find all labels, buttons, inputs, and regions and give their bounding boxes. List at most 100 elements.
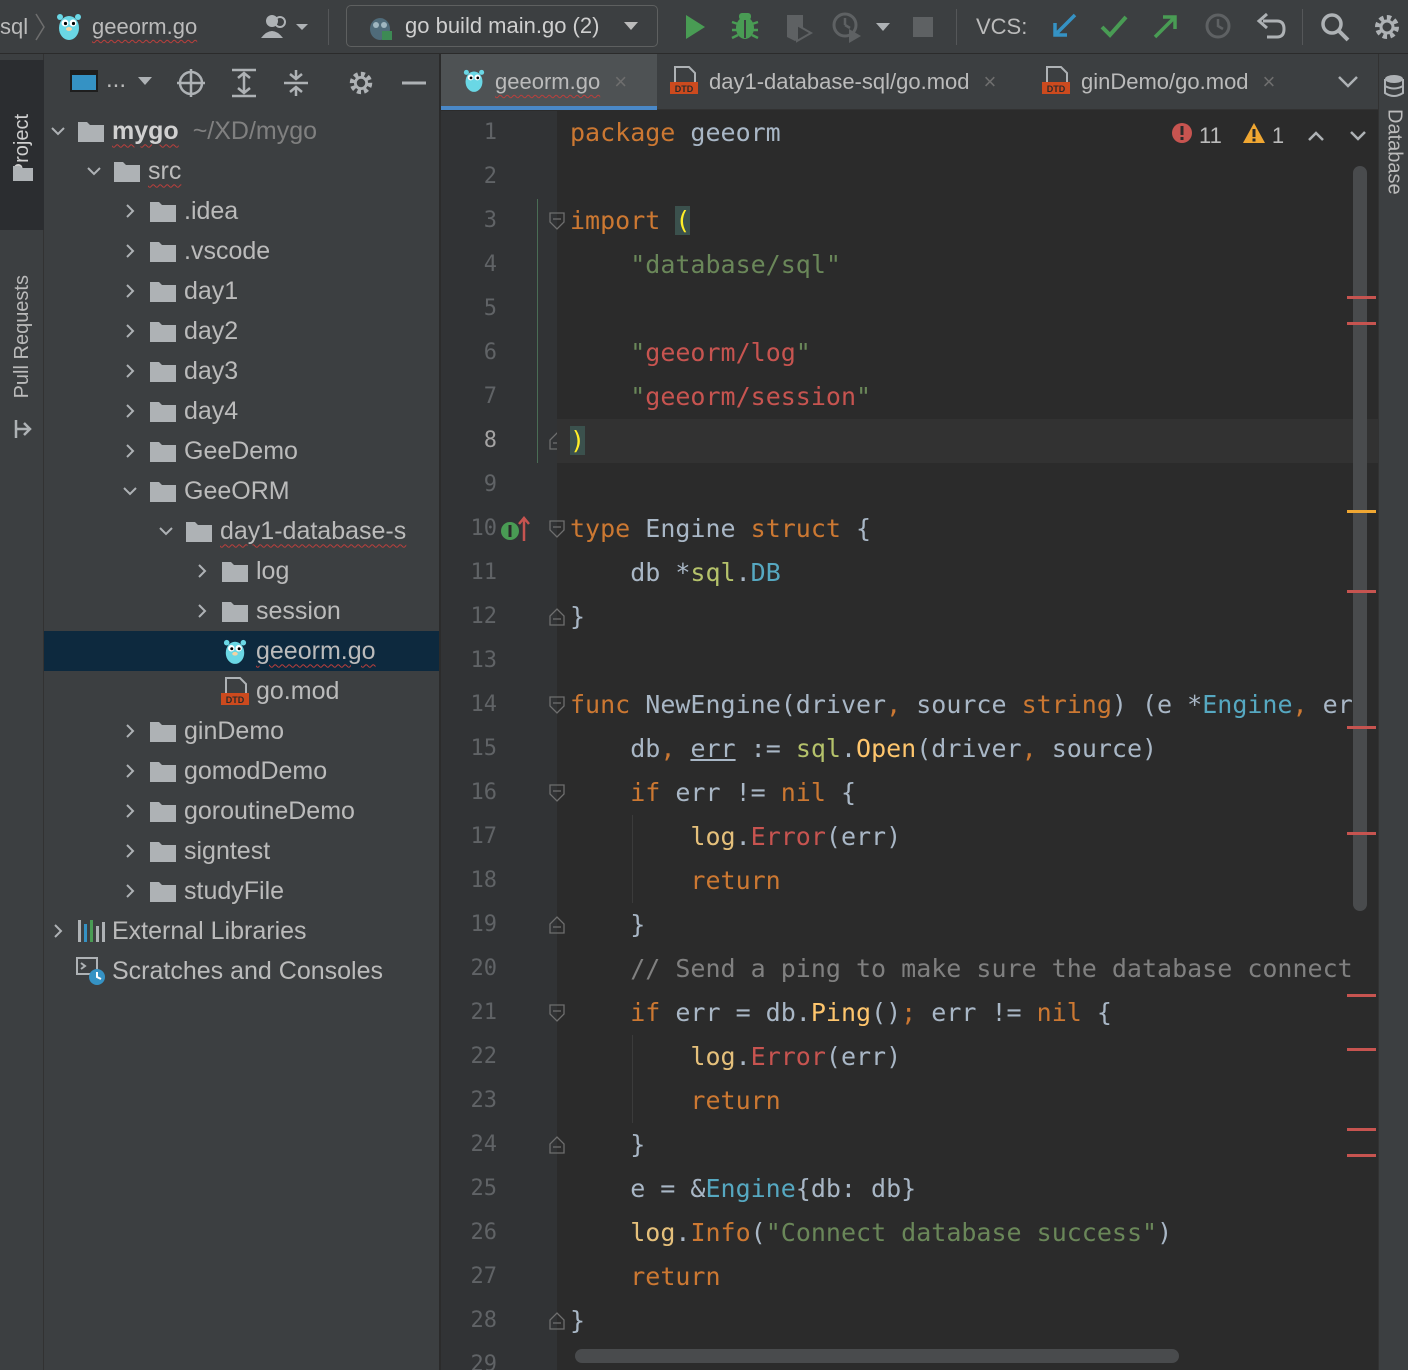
tree-item-gindemo[interactable]: ginDemo [44,711,439,751]
line-number[interactable]: 15 [441,727,498,771]
chevron-right-icon[interactable] [120,321,140,341]
tree-item-signtest[interactable]: signtest [44,831,439,871]
show-all-tabs-chevron-icon[interactable] [1335,70,1361,94]
project-view-icon[interactable] [70,68,98,94]
editor-tab-geeorm-go[interactable]: geeorm.go × [441,54,657,110]
fold-marker-icon[interactable] [549,608,565,626]
vcs-history-icon[interactable] [1202,10,1234,42]
code-line[interactable]: } [570,903,645,947]
debug-button[interactable] [728,8,762,44]
line-number[interactable]: 20 [441,947,498,991]
rollback-icon[interactable] [1254,10,1288,42]
collapse-all-icon[interactable] [282,68,310,98]
fold-marker-icon[interactable] [549,696,565,714]
chevron-down-icon[interactable] [156,521,176,541]
chevron-down-icon[interactable] [136,74,154,88]
line-number[interactable]: 14 [441,683,498,727]
run-button[interactable] [680,10,710,44]
line-number[interactable]: 19 [441,903,498,947]
chevron-down-icon[interactable] [84,161,104,181]
user-dropdown[interactable] [258,12,312,42]
line-number[interactable]: 10 [441,507,498,551]
chevron-right-icon[interactable] [48,921,68,941]
hide-panel-icon[interactable] [400,68,428,98]
code-line[interactable]: db *sql.DB [570,551,781,595]
line-number[interactable]: 12 [441,595,498,639]
error-stripe-marker[interactable] [1347,1048,1376,1051]
code-line[interactable]: import ( [570,199,691,243]
line-number[interactable]: 16 [441,771,498,815]
vcs-update-icon[interactable] [1048,10,1080,42]
tree-item-go-mod[interactable]: DTD go.mod [44,671,439,711]
breadcrumb-project[interactable]: sql [0,0,28,54]
chevron-right-icon[interactable] [120,841,140,861]
tool-window-tab-database[interactable]: Database [1379,74,1408,195]
tree-item-studyfile[interactable]: studyFile [44,871,439,911]
line-number[interactable]: 2 [441,155,497,199]
code-line[interactable]: type Engine struct { [570,507,871,551]
previous-highlight-icon[interactable] [1306,123,1326,149]
error-stripe-marker[interactable] [1347,296,1376,299]
fold-marker-icon[interactable] [549,212,565,230]
tree-item-src[interactable]: src [44,151,439,191]
close-tab-icon[interactable]: × [614,69,627,95]
line-number[interactable]: 7 [441,375,497,419]
chevron-down-icon[interactable] [48,121,68,141]
error-stripe-marker[interactable] [1347,994,1376,997]
close-tab-icon[interactable]: × [984,69,997,95]
fold-marker-icon[interactable] [549,1136,565,1154]
tree-item-scratches-and-consoles[interactable]: Scratches and Consoles [44,951,439,991]
vcs-commit-icon[interactable] [1098,10,1130,42]
gear-icon[interactable] [346,68,376,98]
code-line[interactable]: func NewEngine(driver, source string) (e… [570,683,1353,727]
inspection-widget[interactable]: 11 1 [1171,121,1368,151]
fold-marker-icon[interactable] [549,1004,565,1022]
tree-item-day4[interactable]: day4 [44,391,439,431]
code-line[interactable]: package geeorm [570,111,781,155]
code-line[interactable]: ) [570,419,586,463]
line-number[interactable]: 28 [441,1299,498,1343]
chevron-right-icon[interactable] [120,761,140,781]
tool-window-tab-pull-requests[interactable]: Pull Requests [0,222,44,452]
expand-all-icon[interactable] [230,68,258,98]
line-number[interactable]: 22 [441,1035,498,1079]
chevron-right-icon[interactable] [120,881,140,901]
line-number[interactable]: 24 [441,1123,498,1167]
error-stripe-marker[interactable] [1347,726,1376,729]
code-line[interactable]: return [570,1079,780,1123]
chevron-right-icon[interactable] [120,361,140,381]
code-editor[interactable]: 1 2 3 4 5 6 7 8 9 10 11 12 13 14 15 16 17 18 19 20 21 22 23 24 2… [441,111,1378,1370]
error-stripe-marker[interactable] [1347,832,1376,835]
code-line[interactable]: db, err := sql.Open(driver, source) [570,727,1157,771]
breadcrumb-file[interactable]: geeorm.go [92,0,197,54]
code-line[interactable]: log.Info("Connect database success") [570,1211,1172,1255]
error-stripe-marker[interactable] [1347,322,1376,325]
error-stripe-marker[interactable] [1347,590,1376,593]
implemented-interface-icon[interactable] [499,515,533,548]
line-number[interactable]: 17 [441,815,498,859]
tree-item-session[interactable]: session [44,591,439,631]
vcs-push-icon[interactable] [1150,10,1182,42]
chevron-right-icon[interactable] [192,601,212,621]
code-line[interactable]: } [570,1299,585,1343]
tree-item-day1-database-s[interactable]: day1-database-s [44,511,439,551]
search-icon[interactable] [1318,10,1352,44]
line-number[interactable]: 9 [441,463,497,507]
next-highlight-icon[interactable] [1348,123,1368,149]
fold-marker-icon[interactable] [549,1312,565,1330]
fold-marker-icon[interactable] [549,520,565,538]
tree-item-vscode[interactable]: .vscode [44,231,439,271]
warning-stripe-marker[interactable] [1347,510,1376,513]
tree-item-gomoddemo[interactable]: gomodDemo [44,751,439,791]
line-number[interactable]: 18 [441,859,498,903]
tree-item-day1[interactable]: day1 [44,271,439,311]
tree-item-geeorm-go[interactable]: geeorm.go [44,631,439,671]
code-line[interactable]: } [570,595,585,639]
line-number[interactable]: 26 [441,1211,498,1255]
line-number[interactable]: 3 [441,199,497,243]
code-line[interactable]: } [570,1123,645,1167]
code-line[interactable]: log.Error(err) [570,815,901,859]
tree-item-mygo[interactable]: mygo ~/XD/mygo [44,111,439,151]
profiler-button[interactable] [830,10,864,44]
tree-item-day3[interactable]: day3 [44,351,439,391]
